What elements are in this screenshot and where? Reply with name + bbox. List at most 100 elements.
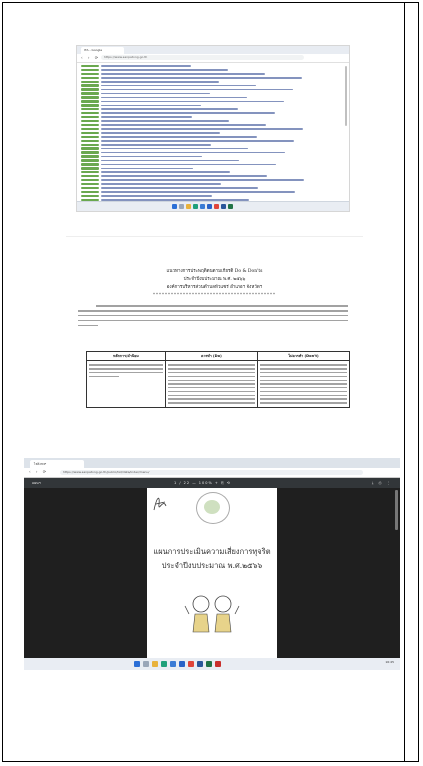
pdf-actions-icon[interactable]: ⤓ ⎙ ⋮ xyxy=(372,478,392,488)
list-item-link[interactable] xyxy=(101,187,258,189)
list-item-link[interactable] xyxy=(101,210,240,211)
list-item-badge xyxy=(81,159,99,162)
folder-icon[interactable] xyxy=(186,204,191,209)
list-item-link[interactable] xyxy=(101,167,193,170)
list-item-link[interactable] xyxy=(101,155,202,158)
list-item-link[interactable] xyxy=(101,159,239,162)
start-icon[interactable] xyxy=(134,661,140,667)
mail-icon[interactable] xyxy=(179,661,185,667)
store-icon[interactable] xyxy=(200,204,205,209)
address-bar[interactable]: https://www.sanpatong.go.th xyxy=(101,55,304,60)
word-icon[interactable] xyxy=(221,204,226,209)
list-item-link[interactable] xyxy=(101,132,220,134)
list-item-link[interactable] xyxy=(101,80,219,83)
list-item-link[interactable] xyxy=(101,151,285,154)
browser-tab[interactable]: ไฟล์ PDF xyxy=(30,460,84,468)
list-item-link[interactable] xyxy=(101,143,211,146)
emblem-logo xyxy=(196,492,230,524)
chrome-icon[interactable] xyxy=(214,204,219,209)
list-item-link[interactable] xyxy=(101,171,230,174)
list-item-link[interactable] xyxy=(101,124,266,126)
list-item-link[interactable] xyxy=(101,116,192,118)
pdf-viewer-screenshot: ไฟล์ PDF ‹ › ⟳ https://www.sanpatong.go.… xyxy=(24,458,400,670)
table-row xyxy=(86,360,351,408)
chrome-icon[interactable] xyxy=(188,661,194,667)
excel-icon[interactable] xyxy=(228,204,233,209)
list-item-link[interactable] xyxy=(101,120,229,122)
list-item-link[interactable] xyxy=(101,76,302,79)
list-item-link[interactable] xyxy=(101,183,221,185)
scrollbar[interactable] xyxy=(395,490,398,530)
nav-arrows-icon[interactable]: ‹ › ⟳ xyxy=(29,470,48,474)
list-item-link[interactable] xyxy=(101,92,210,95)
doc-stars: ****************************************… xyxy=(153,292,276,297)
mail-icon[interactable] xyxy=(207,204,212,209)
list-item-badge xyxy=(81,163,99,166)
list-item-link[interactable] xyxy=(101,191,295,193)
list-item-badge xyxy=(81,104,99,107)
list-item-badge xyxy=(81,123,99,127)
list-item-link[interactable] xyxy=(101,84,256,87)
list-item-link[interactable] xyxy=(101,73,265,75)
list-item-badge xyxy=(81,147,99,150)
excel-icon[interactable] xyxy=(206,661,212,667)
list-item-badge xyxy=(81,108,99,111)
list-item-badge xyxy=(81,72,99,76)
address-bar[interactable]: https://www.sanpatong.go.th/public/list/… xyxy=(60,470,363,475)
folder-icon[interactable] xyxy=(152,661,158,667)
browser-tabbar: ITA - Google xyxy=(77,46,349,54)
document-list xyxy=(81,64,339,211)
list-item-link[interactable] xyxy=(101,88,293,91)
taskbar-icons xyxy=(172,204,233,209)
list-item-badge xyxy=(81,190,99,194)
doc-title-1: แนวทางการประพฤติตนตามเกียรติ Do & Don'ts xyxy=(166,269,263,274)
list-item-badge xyxy=(81,64,99,68)
pdf-heading-1: แผนการประเมินความเสี่ยงการทุจริต xyxy=(153,547,271,556)
list-item-link[interactable] xyxy=(101,136,257,138)
edge-icon[interactable] xyxy=(193,204,198,209)
list-item-badge xyxy=(81,155,99,158)
list-item-badge xyxy=(81,68,99,72)
list-item-badge xyxy=(81,88,99,91)
list-item-badge xyxy=(81,182,99,186)
list-item-link[interactable] xyxy=(101,96,247,99)
word-icon[interactable] xyxy=(197,661,203,667)
store-icon[interactable] xyxy=(170,661,176,667)
start-icon[interactable] xyxy=(172,204,177,209)
browser-tab[interactable]: ITA - Google xyxy=(81,47,124,54)
nav-arrows-icon[interactable]: ‹ › ⟳ xyxy=(81,56,100,60)
list-item-badge xyxy=(81,194,99,198)
frame-divider xyxy=(404,2,405,762)
list-item-link[interactable] xyxy=(101,175,267,178)
list-item-badge xyxy=(81,76,99,79)
edge-icon[interactable] xyxy=(161,661,167,667)
list-item-link[interactable] xyxy=(101,147,248,150)
list-item-link[interactable] xyxy=(101,100,284,103)
list-item-badge xyxy=(81,139,99,142)
list-item-badge xyxy=(81,119,99,123)
acrobat-icon[interactable] xyxy=(215,661,221,667)
list-item-link[interactable] xyxy=(101,179,304,181)
list-item-link[interactable] xyxy=(101,112,275,115)
list-item-link[interactable] xyxy=(101,104,201,107)
search-icon[interactable] xyxy=(143,661,149,667)
document-page: แนวทางการประพฤติตนตามเกียรติ Do & Don'ts… xyxy=(66,236,363,433)
list-item-badge xyxy=(81,135,99,139)
mascot-illustration-icon xyxy=(184,595,240,633)
search-icon[interactable] xyxy=(179,204,184,209)
list-item-link[interactable] xyxy=(101,195,212,197)
list-item-badge xyxy=(81,92,99,95)
doc-title-2: ประจำปีงบประมาณ พ.ศ. ๒๕๖๖ xyxy=(183,277,246,282)
list-item-link[interactable] xyxy=(101,69,228,71)
list-item-badge xyxy=(81,175,99,178)
pdf-page-controls[interactable]: 1 / 22 — 100% + ⎘ ⟲ xyxy=(174,478,231,488)
list-item-link[interactable] xyxy=(101,108,238,111)
scrollbar[interactable] xyxy=(345,66,347,126)
taskbar-icons xyxy=(134,661,221,667)
do-dont-table: หลักการ/คำนิยม ควรทำ (Do) ไม่ควรทำ (Don'… xyxy=(86,351,351,408)
list-item-link[interactable] xyxy=(101,163,276,166)
list-item-link[interactable] xyxy=(101,139,294,142)
browser-list-screenshot: ITA - Google ‹ › ⟳ https://www.sanpatong… xyxy=(76,45,350,212)
list-item-link[interactable] xyxy=(101,128,303,130)
list-item-link[interactable] xyxy=(101,65,191,67)
